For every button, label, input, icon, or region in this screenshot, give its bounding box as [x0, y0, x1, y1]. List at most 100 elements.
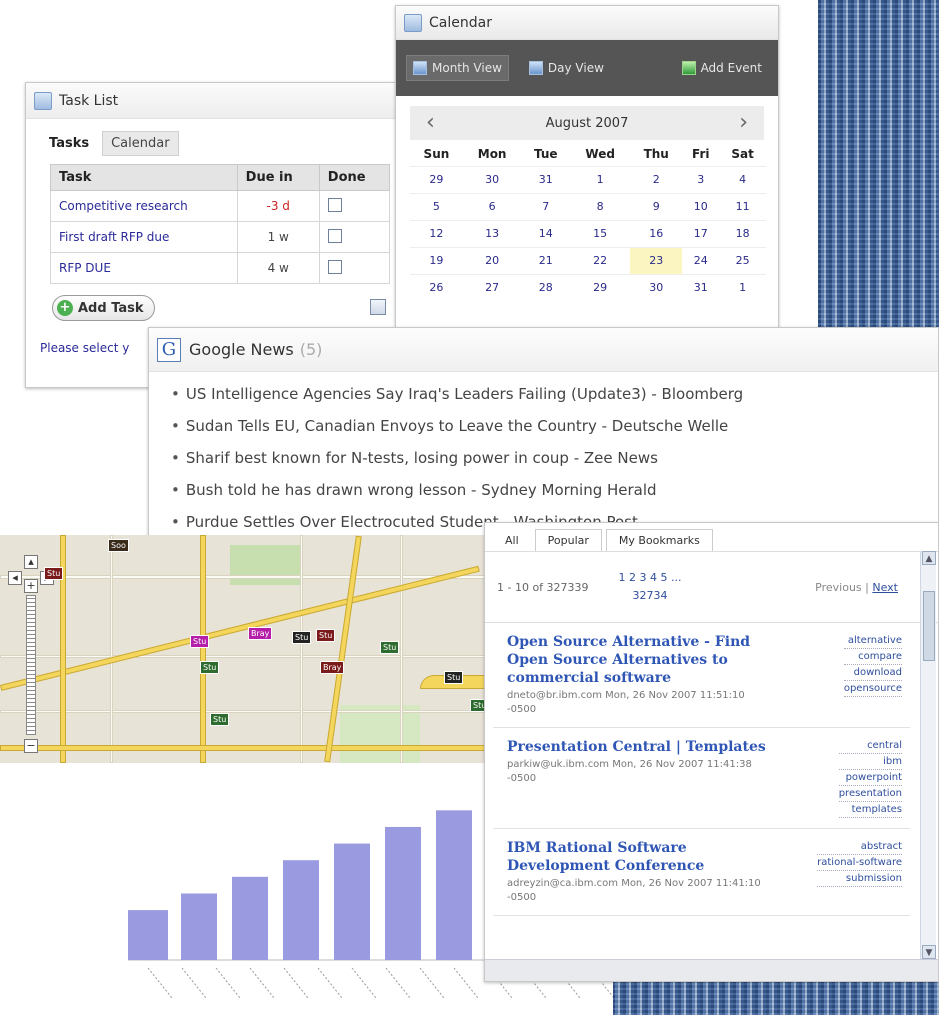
- map-marker[interactable]: Stu: [316, 629, 336, 642]
- bookmark-tag[interactable]: rational-software: [817, 855, 902, 871]
- task-name[interactable]: Competitive research: [50, 190, 238, 222]
- scrollbar-thumb[interactable]: [923, 591, 935, 661]
- month-view-button[interactable]: Month View: [406, 55, 509, 81]
- calendar-day[interactable]: 1: [719, 273, 766, 301]
- day-view-button[interactable]: Day View: [523, 56, 610, 80]
- bookmark-tag[interactable]: powerpoint: [838, 770, 902, 786]
- calendar-titlebar[interactable]: Calendar: [396, 6, 778, 40]
- calendar-day[interactable]: 24: [682, 246, 720, 274]
- news-item[interactable]: Bush told he has drawn wrong lesson - Sy…: [171, 474, 938, 506]
- calendar-day[interactable]: 1: [570, 165, 631, 193]
- page-links[interactable]: 1 2 3 4 5 ... 32734: [619, 569, 682, 605]
- calendar-day[interactable]: 15: [570, 219, 631, 247]
- calendar-day[interactable]: 14: [521, 219, 571, 247]
- bookmark-tag[interactable]: compare: [843, 649, 902, 665]
- next-month-icon[interactable]: ›: [739, 112, 748, 134]
- bookmark-tag[interactable]: alternative: [843, 633, 902, 649]
- bookmark-title[interactable]: Presentation Central | Templates: [507, 738, 767, 756]
- bookmark-tag[interactable]: abstract: [817, 839, 902, 855]
- calendar-day[interactable]: 31: [521, 165, 571, 193]
- map-marker[interactable]: Bray: [248, 627, 273, 640]
- calendar-day[interactable]: 29: [410, 165, 463, 193]
- column-header-task[interactable]: Task: [50, 164, 238, 191]
- calendar-day[interactable]: 29: [570, 273, 631, 301]
- bookmark-title[interactable]: Open Source Alternative - Find Open Sour…: [507, 633, 767, 687]
- bookmark-tag[interactable]: opensource: [843, 681, 902, 697]
- calendar-day[interactable]: 10: [682, 192, 720, 220]
- calendar-day[interactable]: 9: [630, 192, 683, 220]
- calendar-day[interactable]: 20: [462, 246, 522, 274]
- bookmarks-scrollbar[interactable]: ▲ ▼: [920, 551, 936, 959]
- calendar-day[interactable]: 19: [410, 246, 463, 274]
- map-marker[interactable]: Bray: [320, 661, 345, 674]
- calendar-day[interactable]: 7: [521, 192, 571, 220]
- calendar-day[interactable]: 18: [719, 219, 766, 247]
- bookmark-tag[interactable]: download: [843, 665, 902, 681]
- news-item[interactable]: Sharif best known for N-tests, losing po…: [171, 442, 938, 474]
- map-widget[interactable]: ▴ ◂ ▸ + − SooStuStuBrayStuStuBrayStuStuS…: [0, 535, 493, 763]
- map-marker[interactable]: Stu: [44, 567, 64, 580]
- map-marker[interactable]: Stu: [444, 671, 464, 684]
- previous-month-icon[interactable]: ‹: [426, 112, 435, 134]
- column-header-due[interactable]: Due in: [236, 164, 320, 191]
- map-marker[interactable]: Stu: [380, 641, 400, 654]
- add-task-button[interactable]: + Add Task: [52, 295, 155, 321]
- add-event-button[interactable]: Add Event: [676, 56, 768, 80]
- next-link[interactable]: Next: [872, 581, 898, 594]
- news-item[interactable]: US Intelligence Agencies Say Iraq's Lead…: [171, 378, 938, 410]
- bookmark-tag[interactable]: presentation: [838, 786, 902, 802]
- tab-all[interactable]: All: [493, 530, 531, 551]
- calendar-day[interactable]: 26: [410, 273, 463, 301]
- map-marker[interactable]: Stu: [210, 713, 230, 726]
- calendar-day[interactable]: 25: [719, 246, 766, 274]
- calendar-day[interactable]: 31: [682, 273, 720, 301]
- tab-calendar[interactable]: Calendar: [102, 131, 179, 156]
- calendar-day[interactable]: 30: [630, 273, 683, 301]
- calendar-day[interactable]: 12: [410, 219, 463, 247]
- done-checkbox[interactable]: [327, 197, 342, 212]
- table-row[interactable]: Competitive research -3 d: [50, 190, 391, 222]
- column-header-done[interactable]: Done: [318, 164, 391, 191]
- bookmark-title[interactable]: IBM Rational Software Development Confer…: [507, 839, 767, 875]
- table-row[interactable]: First draft RFP due 1 w: [50, 221, 391, 253]
- table-row[interactable]: RFP DUE 4 w: [50, 252, 391, 284]
- map-zoom-out-icon[interactable]: −: [24, 739, 38, 753]
- calendar-day[interactable]: 5: [410, 192, 463, 220]
- task-list-titlebar[interactable]: Task List: [26, 83, 406, 119]
- calendar-day[interactable]: 21: [521, 246, 571, 274]
- calendar-day[interactable]: 27: [462, 273, 522, 301]
- calendar-day[interactable]: 6: [462, 192, 522, 220]
- edit-note-icon[interactable]: [370, 299, 386, 315]
- task-name[interactable]: First draft RFP due: [50, 221, 238, 253]
- bookmark-tag[interactable]: ibm: [838, 754, 902, 770]
- map-pan-up-icon[interactable]: ▴: [24, 555, 38, 569]
- map-marker[interactable]: Stu: [292, 631, 312, 644]
- task-name[interactable]: RFP DUE: [50, 252, 238, 284]
- scroll-down-icon[interactable]: ▼: [922, 945, 936, 959]
- calendar-day[interactable]: 28: [521, 273, 571, 301]
- calendar-day[interactable]: 22: [570, 246, 631, 274]
- calendar-day[interactable]: 3: [682, 165, 720, 193]
- map-pan-left-icon[interactable]: ◂: [8, 571, 22, 585]
- map-zoom-slider[interactable]: [26, 595, 36, 735]
- map-marker[interactable]: Stu: [200, 661, 220, 674]
- map-marker[interactable]: Soo: [108, 539, 129, 552]
- bookmark-tag[interactable]: templates: [838, 802, 902, 818]
- calendar-day[interactable]: 2: [630, 165, 683, 193]
- bookmark-tag[interactable]: submission: [817, 871, 902, 887]
- page-numbers[interactable]: 1 2 3 4 5 ...: [619, 571, 682, 584]
- calendar-day[interactable]: 4: [719, 165, 766, 193]
- calendar-day[interactable]: 8: [570, 192, 631, 220]
- bookmark-tag[interactable]: central: [838, 738, 902, 754]
- scroll-up-icon[interactable]: ▲: [922, 551, 936, 565]
- news-item[interactable]: Sudan Tells EU, Canadian Envoys to Leave…: [171, 410, 938, 442]
- calendar-day[interactable]: 11: [719, 192, 766, 220]
- last-page-link[interactable]: 32734: [633, 589, 668, 602]
- tab-tasks[interactable]: Tasks: [40, 131, 98, 156]
- done-checkbox[interactable]: [327, 228, 342, 243]
- map-zoom-in-icon[interactable]: +: [24, 579, 38, 593]
- done-checkbox[interactable]: [327, 259, 342, 274]
- calendar-day[interactable]: 30: [462, 165, 522, 193]
- previous-link[interactable]: Previous: [815, 581, 862, 594]
- calendar-day[interactable]: 16: [630, 219, 683, 247]
